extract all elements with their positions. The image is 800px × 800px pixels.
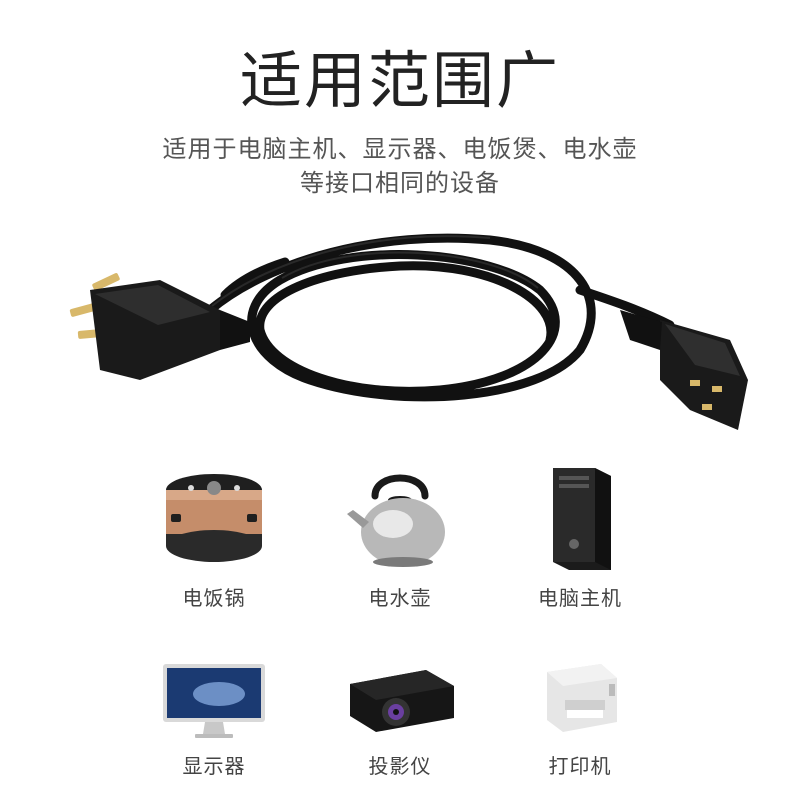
appliance-label: 打印机 <box>548 754 612 778</box>
appliance-label: 电脑主机 <box>538 586 622 610</box>
kettle-icon <box>347 474 445 567</box>
plug-left <box>69 273 250 380</box>
appliance-label: 电水壶 <box>368 586 432 610</box>
power-cord-image <box>69 233 748 430</box>
monitor-icon <box>163 664 265 738</box>
appliance-printer: 打印机 <box>500 660 660 779</box>
appliance-label: 电饭锅 <box>182 586 246 610</box>
appliance-rice-cooker: 电饭锅 <box>134 462 294 611</box>
product-page: 适用范围广 适用于电脑主机、显示器、电饭煲、电水壶 等接口相同的设备 电饭锅 电… <box>0 0 800 800</box>
subtitle-line-1: 适用于电脑主机、显示器、电饭煲、电水壶 <box>162 135 638 163</box>
appliance-monitor: 显示器 <box>134 660 294 779</box>
appliance-label: 显示器 <box>182 754 246 778</box>
pc-tower-icon <box>553 468 611 570</box>
page-subtitle: 适用于电脑主机、显示器、电饭煲、电水壶 等接口相同的设备 <box>0 132 800 200</box>
rice-cooker-icon <box>166 474 262 562</box>
appliance-pc-tower: 电脑主机 <box>500 462 660 611</box>
subtitle-line-2: 等接口相同的设备 <box>300 169 500 197</box>
projector-icon <box>350 670 454 732</box>
plug-right <box>620 310 748 430</box>
appliance-label: 投影仪 <box>368 754 432 778</box>
appliance-kettle: 电水壶 <box>320 462 480 611</box>
appliance-projector: 投影仪 <box>320 660 480 779</box>
printer-icon <box>547 664 617 732</box>
page-title: 适用范围广 <box>239 44 560 117</box>
